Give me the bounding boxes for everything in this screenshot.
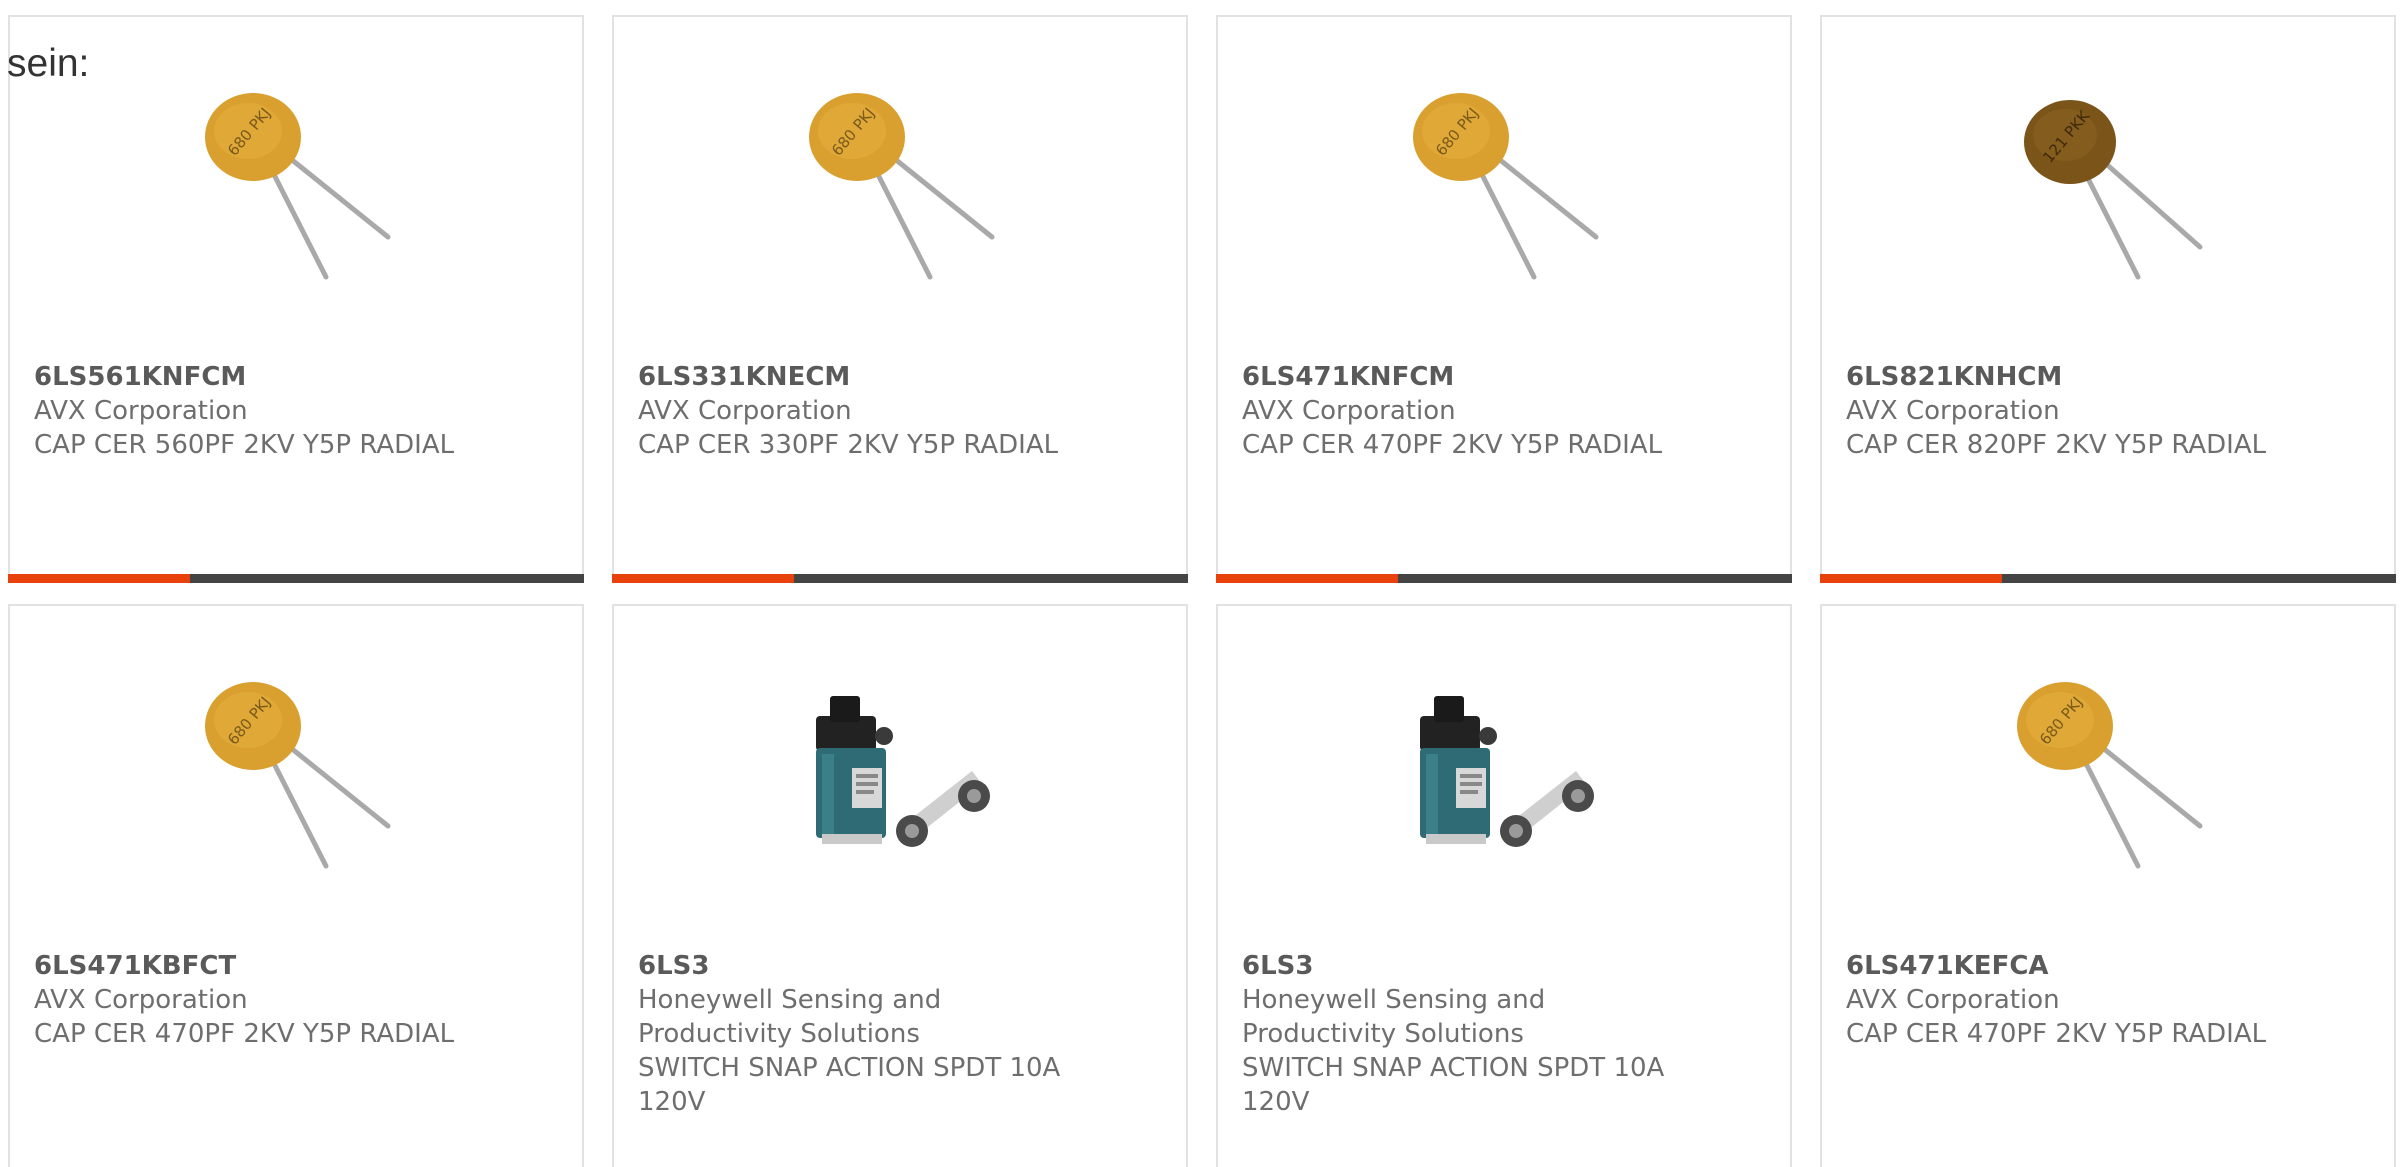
manufacturer-name: AVX Corporation [34, 396, 248, 426]
manufacturer-name: AVX Corporation [1846, 985, 2060, 1015]
part-number-link[interactable]: 6LS331KNECM [638, 360, 1118, 394]
product-info: 6LS561KNFCM AVX Corporation CAP CER 560P… [34, 360, 514, 462]
ceramic-capacitor-icon[interactable]: 680 PKJ [802, 87, 1002, 287]
part-number-link[interactable]: 6LS821KNHCM [1846, 360, 2326, 394]
manufacturer-name: AVX Corporation [34, 985, 248, 1015]
limit-switch-icon[interactable] [802, 676, 1002, 876]
product-card[interactable]: 6LS3 Honeywell Sensing and Productivity … [1216, 604, 1792, 1167]
ceramic-capacitor-icon[interactable]: 680 PKJ [1406, 87, 1606, 287]
ceramic-capacitor-icon[interactable]: 680 PKJ [2010, 676, 2210, 876]
product-card[interactable]: 680 PKJ 6LS471KBFCT AVX Corporation CAP … [8, 604, 584, 1167]
card-accent-fill [1820, 574, 2002, 583]
part-number-link[interactable]: 6LS3 [638, 949, 1118, 983]
manufacturer-name: Honeywell Sensing and Productivity Solut… [638, 985, 942, 1049]
product-description: SWITCH SNAP ACTION SPDT 10A 120V [638, 1053, 1061, 1117]
card-accent-fill [612, 574, 794, 583]
product-card[interactable]: 680 PKJ 6LS561KNFCM AVX Corporation CAP … [8, 15, 584, 583]
product-card[interactable]: 121 PKK 6LS821KNHCM AVX Corporation CAP … [1820, 15, 2396, 583]
product-description: CAP CER 330PF 2KV Y5P RADIAL [638, 430, 1059, 460]
manufacturer-name: AVX Corporation [1242, 396, 1456, 426]
product-info: 6LS821KNHCM AVX Corporation CAP CER 820P… [1846, 360, 2326, 462]
product-info: 6LS3 Honeywell Sensing and Productivity … [638, 949, 1118, 1119]
ceramic-capacitor-icon[interactable]: 680 PKJ [198, 87, 398, 287]
product-description: CAP CER 470PF 2KV Y5P RADIAL [1242, 430, 1663, 460]
ceramic-capacitor-icon[interactable]: 121 PKK [2010, 87, 2210, 287]
card-accent-bar [1216, 574, 1792, 583]
product-card[interactable]: 680 PKJ 6LS471KNFCM AVX Corporation CAP … [1216, 15, 1792, 583]
card-accent-bar [612, 574, 1188, 583]
product-description: CAP CER 560PF 2KV Y5P RADIAL [34, 430, 455, 460]
part-number-link[interactable]: 6LS471KBFCT [34, 949, 514, 983]
manufacturer-name: AVX Corporation [638, 396, 852, 426]
part-number-link[interactable]: 6LS471KEFCA [1846, 949, 2326, 983]
manufacturer-name: AVX Corporation [1846, 396, 2060, 426]
product-info: 6LS471KBFCT AVX Corporation CAP CER 470P… [34, 949, 514, 1051]
product-card[interactable]: 680 PKJ 6LS331KNECM AVX Corporation CAP … [612, 15, 1188, 583]
part-number-link[interactable]: 6LS3 [1242, 949, 1722, 983]
card-accent-bar [8, 574, 584, 583]
product-description: SWITCH SNAP ACTION SPDT 10A 120V [1242, 1053, 1665, 1117]
card-accent-fill [8, 574, 190, 583]
product-info: 6LS3 Honeywell Sensing and Productivity … [1242, 949, 1722, 1119]
product-info: 6LS471KEFCA AVX Corporation CAP CER 470P… [1846, 949, 2326, 1051]
ceramic-capacitor-icon[interactable]: 680 PKJ [198, 676, 398, 876]
product-card[interactable]: 6LS3 Honeywell Sensing and Productivity … [612, 604, 1188, 1167]
page-label: sein: [7, 42, 90, 85]
manufacturer-name: Honeywell Sensing and Productivity Solut… [1242, 985, 1546, 1049]
part-number-link[interactable]: 6LS471KNFCM [1242, 360, 1722, 394]
part-number-link[interactable]: 6LS561KNFCM [34, 360, 514, 394]
product-grid: 680 PKJ 6LS561KNFCM AVX Corporation CAP … [8, 15, 2400, 1167]
product-info: 6LS331KNECM AVX Corporation CAP CER 330P… [638, 360, 1118, 462]
product-description: CAP CER 470PF 2KV Y5P RADIAL [34, 1019, 455, 1049]
product-description: CAP CER 470PF 2KV Y5P RADIAL [1846, 1019, 2267, 1049]
product-description: CAP CER 820PF 2KV Y5P RADIAL [1846, 430, 2267, 460]
card-accent-bar [1820, 574, 2396, 583]
limit-switch-icon[interactable] [1406, 676, 1606, 876]
product-info: 6LS471KNFCM AVX Corporation CAP CER 470P… [1242, 360, 1722, 462]
card-accent-fill [1216, 574, 1398, 583]
product-card[interactable]: 680 PKJ 6LS471KEFCA AVX Corporation CAP … [1820, 604, 2396, 1167]
